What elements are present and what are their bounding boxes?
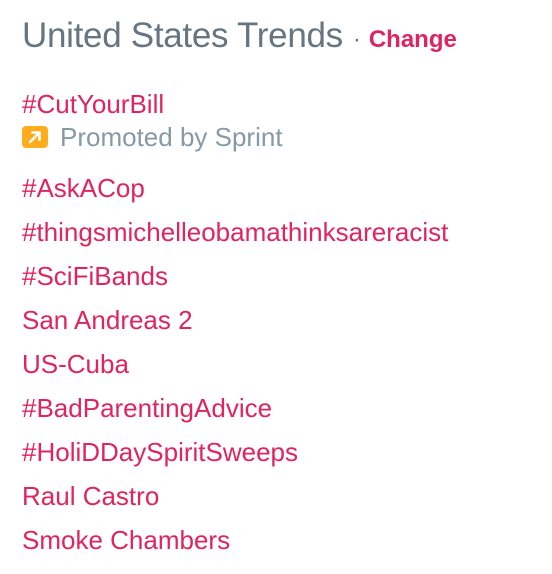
trend-item[interactable]: #BadParentingAdvice (22, 386, 552, 430)
trend-item[interactable]: Smoke Chambers (22, 518, 552, 562)
promoted-by-label: Promoted by Sprint (60, 121, 283, 152)
trends-module: United States Trends · Change #CutYourBi… (0, 0, 552, 574)
trend-item[interactable]: #HoliDDaySpiritSweeps (22, 430, 552, 474)
trend-item[interactable]: San Andreas 2 (22, 298, 552, 342)
trend-item[interactable]: #AskACop (22, 166, 552, 210)
trends-header: United States Trends · Change (22, 16, 552, 62)
trend-item[interactable]: #thingsmichelleobamathinksareracist (22, 210, 552, 254)
trend-item[interactable]: US-Cuba (22, 342, 552, 386)
header-separator: · (352, 26, 361, 53)
trend-item[interactable]: #SciFiBands (22, 254, 552, 298)
promoted-arrow-icon (22, 126, 48, 148)
promoted-trend-name[interactable]: #CutYourBill (22, 88, 552, 120)
trends-title: United States Trends (22, 16, 343, 55)
promoted-trend-item[interactable]: #CutYourBill Promoted by Sprint (22, 82, 552, 154)
promoted-by-line: Promoted by Sprint (22, 120, 552, 154)
trend-list: #CutYourBill Promoted by Sprint #AskACop… (22, 82, 552, 562)
change-location-link[interactable]: Change (369, 26, 457, 54)
trend-item[interactable]: Raul Castro (22, 474, 552, 518)
